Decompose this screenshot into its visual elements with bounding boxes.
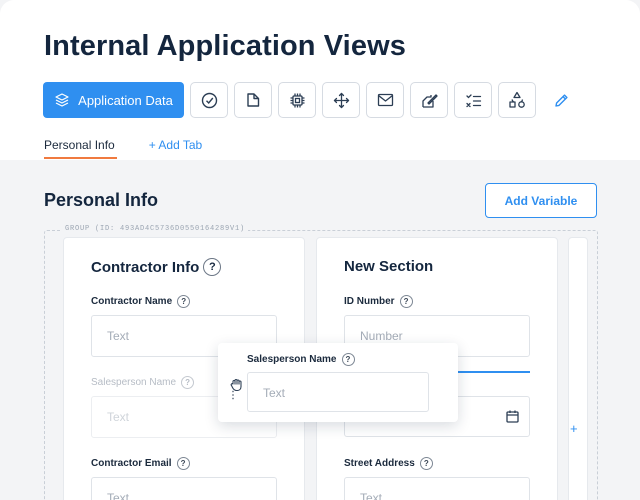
toolbar: Application Data <box>43 82 580 118</box>
edit-pencil-icon <box>554 93 568 107</box>
checklist-button[interactable] <box>454 82 492 118</box>
next-section-card <box>568 237 588 500</box>
dragged-field-label: Salesperson Name? <box>247 353 355 366</box>
field-label: Contractor Email <box>91 458 172 469</box>
help-icon[interactable]: ? <box>203 258 222 276</box>
card-title: Contractor Info ? <box>91 258 222 276</box>
field-label: Salesperson Name <box>91 377 177 388</box>
checklist-icon <box>465 93 481 107</box>
field-label: Contractor Name <box>91 296 173 307</box>
shapes-button[interactable] <box>498 82 536 118</box>
mail-button[interactable] <box>366 82 404 118</box>
help-icon[interactable]: ? <box>399 295 413 308</box>
move-button[interactable] <box>322 82 360 118</box>
card-title-text: New Section <box>344 258 434 275</box>
cpu-button[interactable] <box>278 82 316 118</box>
dragged-field[interactable]: Salesperson Name? Text <box>218 343 458 422</box>
page-title: Internal Application Views <box>44 30 406 62</box>
application-data-button[interactable]: Application Data <box>43 82 184 118</box>
calendar-icon[interactable] <box>506 410 519 423</box>
salesperson-name-label: Salesperson Name? <box>91 376 195 389</box>
street-address-label: Street Address? <box>344 457 433 470</box>
shapes-icon <box>509 91 525 108</box>
signature-button[interactable] <box>410 82 448 118</box>
add-section-button[interactable]: + <box>570 421 578 436</box>
application-data-label: Application Data <box>78 92 173 108</box>
field-label: Street Address <box>344 458 415 469</box>
card-title-text: Contractor Info <box>91 258 200 276</box>
field-label: ID Number <box>344 296 395 307</box>
move-arrows-icon <box>333 92 349 108</box>
cpu-icon <box>290 93 304 107</box>
help-icon[interactable]: ? <box>181 376 195 389</box>
help-icon[interactable]: ? <box>177 295 191 308</box>
document-icon <box>246 93 259 107</box>
help-icon[interactable]: ? <box>341 353 355 366</box>
group-label: GROUP (ID: 493AD4C5736D0550164289V1) <box>62 225 249 233</box>
drag-handle-icon[interactable] <box>231 390 235 400</box>
layers-icon <box>55 93 69 107</box>
dragged-field-input[interactable]: Text <box>247 372 429 412</box>
tab-personal-info[interactable]: Personal Info <box>44 138 117 160</box>
add-variable-button[interactable]: Add Variable <box>485 183 597 218</box>
contractor-name-label: Contractor Name? <box>91 295 191 308</box>
id-number-label: ID Number? <box>344 295 413 308</box>
mail-icon <box>377 93 393 107</box>
drop-indicator <box>458 371 530 373</box>
contractor-email-input[interactable]: Text <box>91 477 277 500</box>
signature-icon <box>421 93 438 108</box>
contractor-email-label: Contractor Email? <box>91 457 190 470</box>
help-icon[interactable]: ? <box>176 457 190 470</box>
add-tab-button[interactable]: + Add Tab <box>149 138 203 160</box>
header-panel <box>0 0 640 160</box>
check-circle-button[interactable] <box>190 82 228 118</box>
section-title: Personal Info <box>44 190 159 210</box>
street-address-input[interactable]: Text <box>344 477 530 500</box>
edit-button[interactable] <box>542 82 580 118</box>
tab-bar: Personal Info + Add Tab <box>44 138 202 160</box>
document-button[interactable] <box>234 82 272 118</box>
check-circle-icon <box>201 92 217 108</box>
help-icon[interactable]: ? <box>419 457 433 470</box>
field-label: Salesperson Name <box>247 354 337 365</box>
